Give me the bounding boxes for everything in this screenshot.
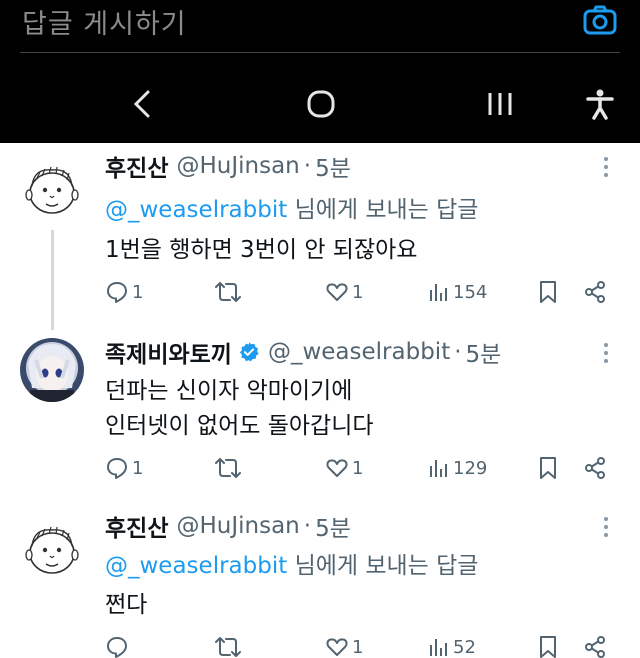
- verified-badge-icon: [239, 342, 259, 362]
- top-bar: 답글 게시하기: [0, 0, 640, 143]
- accessibility-icon[interactable]: [578, 82, 622, 126]
- retweet-icon: [215, 637, 241, 657]
- views-count: 129: [453, 457, 488, 479]
- tweet[interactable]: 후진산 @HuJinsan · 5분 @_weaselrabbit 님에게 보내…: [0, 510, 640, 658]
- heart-icon: [326, 638, 348, 656]
- reply-count: 1: [132, 281, 144, 303]
- reply-icon: [107, 458, 127, 479]
- divider: [20, 52, 620, 53]
- reply-button[interactable]: 1: [105, 453, 143, 483]
- retweet-button[interactable]: [215, 277, 244, 307]
- like-count: 1: [352, 457, 364, 479]
- reply-button[interactable]: 1: [105, 277, 143, 307]
- more-options-icon[interactable]: [598, 154, 614, 180]
- views-chart-icon: [430, 284, 447, 301]
- mention-link[interactable]: @_weaselrabbit: [105, 197, 287, 223]
- share-button[interactable]: [583, 277, 607, 307]
- retweet-icon: [215, 282, 241, 302]
- tweet-header: 후진산 @HuJinsan · 5분: [105, 510, 351, 542]
- tweet-header: 후진산 @HuJinsan · 5분: [105, 150, 351, 182]
- like-button[interactable]: 1: [325, 277, 363, 307]
- views-chart-icon: [430, 460, 447, 477]
- reply-compose-bar[interactable]: 답글 게시하기: [0, 0, 640, 52]
- recent-apps-icon[interactable]: [478, 82, 522, 126]
- like-count: 1: [352, 281, 364, 303]
- reply-count: 1: [132, 457, 144, 479]
- separator: ·: [303, 513, 312, 539]
- more-options-icon[interactable]: [598, 514, 614, 540]
- reply-icon: [107, 637, 127, 658]
- views-button[interactable]: 52: [428, 632, 476, 658]
- avatar[interactable]: [20, 338, 84, 402]
- mention-link[interactable]: @_weaselrabbit: [105, 553, 287, 579]
- tweet[interactable]: 족제비와토끼 @_weaselrabbit · 5분 던파는 신이자 악마이기에…: [0, 333, 640, 503]
- user-handle[interactable]: @HuJinsan: [176, 153, 299, 179]
- tweet-text: 쩐다: [105, 592, 148, 618]
- reply-placeholder[interactable]: 답글 게시하기: [22, 2, 187, 41]
- avatar[interactable]: [20, 518, 84, 582]
- separator: ·: [303, 153, 312, 179]
- display-name[interactable]: 족제비와토끼: [105, 335, 232, 369]
- more-options-icon[interactable]: [598, 340, 614, 366]
- tweet-actions: 1 1 129: [105, 453, 620, 483]
- bookmark-icon: [540, 457, 556, 479]
- tweet-text: 1번을 행하면 3번이 안 되잖아요: [105, 237, 418, 263]
- circle-home-icon[interactable]: [299, 82, 343, 126]
- tweet-header: 족제비와토끼 @_weaselrabbit · 5분: [105, 336, 501, 368]
- views-chart-icon: [430, 639, 447, 656]
- views-count: 154: [453, 281, 488, 303]
- tweet-actions: 1 1 154: [105, 277, 620, 307]
- reply-context-text: 님에게 보내는 답글: [294, 197, 479, 223]
- user-handle[interactable]: @HuJinsan: [176, 513, 299, 539]
- retweet-button[interactable]: [215, 453, 244, 483]
- system-nav-bar: [0, 70, 640, 140]
- reply-context-text: 님에게 보내는 답글: [294, 553, 479, 579]
- user-handle[interactable]: @_weaselrabbit: [268, 339, 450, 365]
- tweet-text-line: 던파는 신이자 악마이기에: [105, 378, 353, 404]
- like-button[interactable]: 1: [325, 453, 363, 483]
- share-icon: [585, 457, 605, 479]
- bookmark-icon: [540, 281, 556, 303]
- share-button[interactable]: [583, 453, 607, 483]
- bookmark-button[interactable]: [538, 277, 558, 307]
- tweet-text-line: 인터넷이 없어도 돌아갑니다: [105, 413, 374, 439]
- thread-connector: [51, 230, 54, 330]
- like-button[interactable]: 1: [325, 632, 363, 658]
- reply-context: @_weaselrabbit 님에게 보내는 답글: [105, 546, 478, 580]
- share-icon: [585, 281, 605, 303]
- bookmark-icon: [540, 636, 556, 658]
- reply-context: @_weaselrabbit 님에게 보내는 답글: [105, 190, 478, 224]
- chevron-left-icon[interactable]: [120, 82, 164, 126]
- camera-icon[interactable]: [582, 4, 618, 36]
- share-button[interactable]: [583, 632, 607, 658]
- timestamp[interactable]: 5분: [315, 149, 351, 183]
- display-name[interactable]: 후진산: [105, 509, 168, 543]
- tweet-actions: 1 52: [105, 632, 620, 658]
- views-button[interactable]: 154: [428, 277, 487, 307]
- timestamp[interactable]: 5분: [315, 509, 351, 543]
- retweet-icon: [215, 458, 241, 478]
- separator: ·: [454, 339, 462, 365]
- bookmark-button[interactable]: [538, 453, 558, 483]
- share-icon: [585, 636, 605, 658]
- heart-icon: [326, 283, 348, 301]
- like-count: 1: [352, 636, 364, 658]
- views-button[interactable]: 129: [428, 453, 487, 483]
- bookmark-button[interactable]: [538, 632, 558, 658]
- views-count: 52: [453, 636, 476, 658]
- timestamp[interactable]: 5분: [466, 335, 502, 369]
- avatar[interactable]: [20, 158, 84, 222]
- reply-button[interactable]: [105, 632, 132, 658]
- reply-icon: [107, 282, 127, 303]
- heart-icon: [326, 459, 348, 477]
- display-name[interactable]: 후진산: [105, 149, 168, 183]
- retweet-button[interactable]: [215, 632, 244, 658]
- tweet[interactable]: 후진산 @HuJinsan · 5분 @_weaselrabbit 님에게 보내…: [0, 150, 640, 330]
